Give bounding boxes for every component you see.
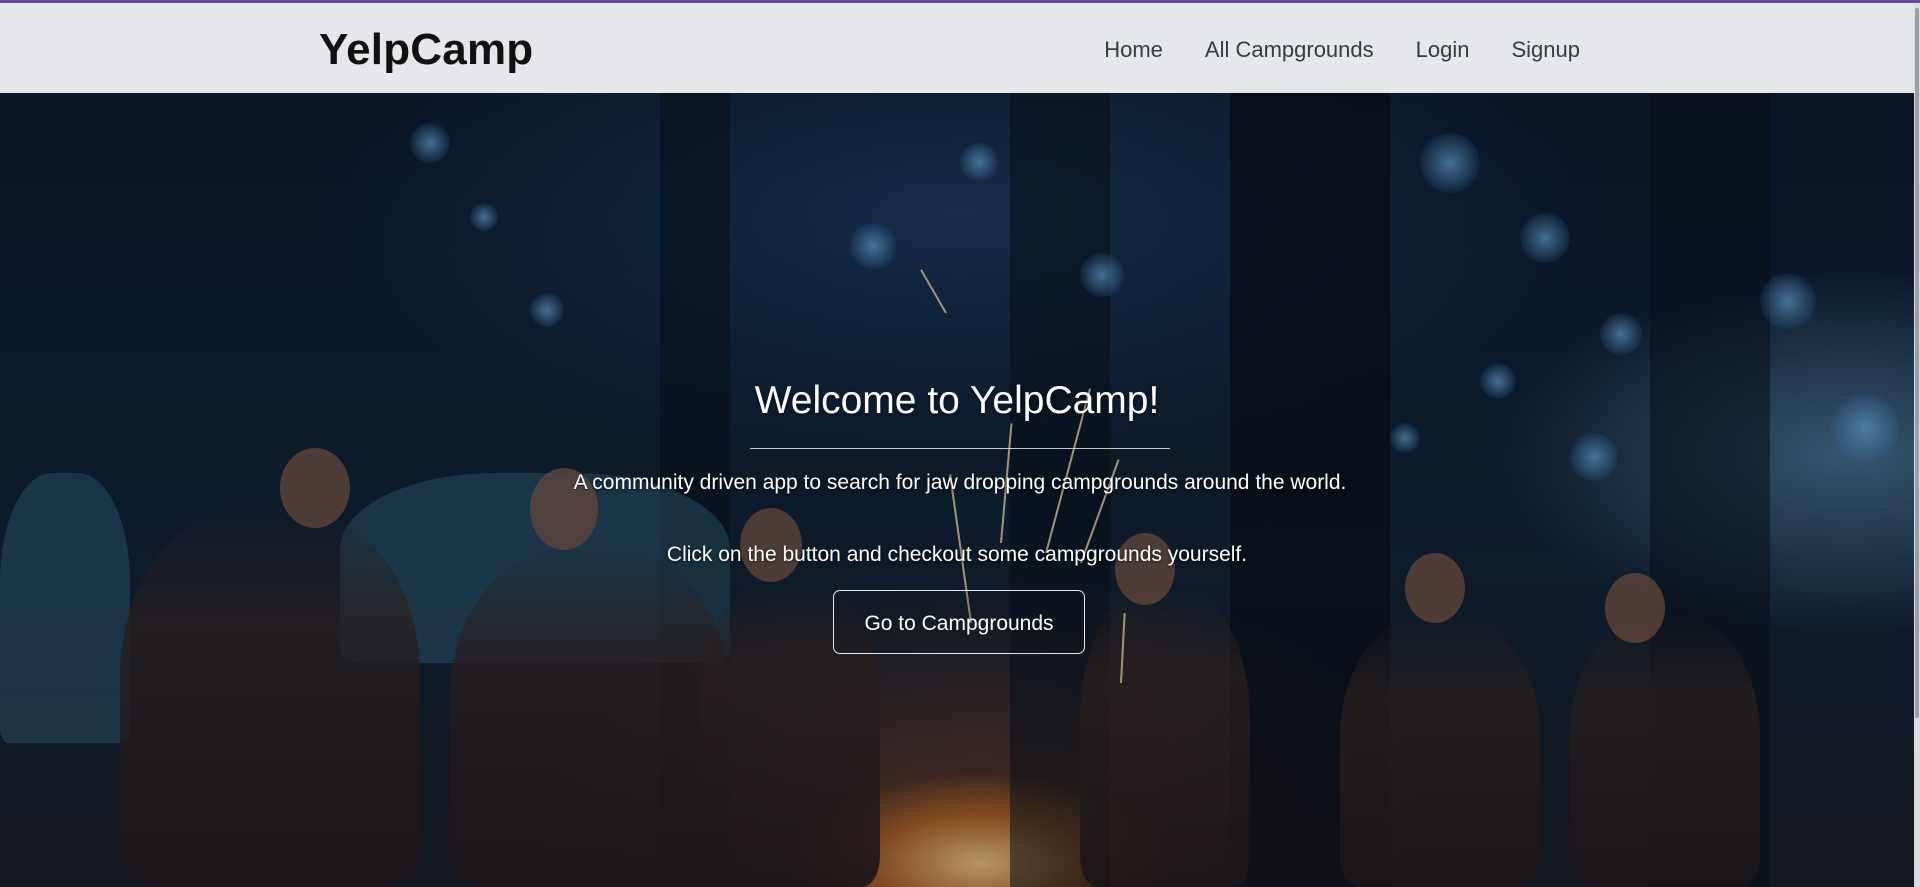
go-to-campgrounds-button[interactable]: Go to Campgrounds [833, 590, 1085, 654]
hero-description: A community driven app to search for jaw… [573, 471, 1347, 494]
hero-divider [750, 448, 1170, 449]
hero-title: Welcome to YelpCamp! [754, 379, 1160, 422]
page-scrollbar[interactable] [1914, 3, 1920, 887]
nav-links: Home All Campgrounds Login Signup [1104, 37, 1580, 63]
nav-link-all-campgrounds[interactable]: All Campgrounds [1205, 37, 1374, 63]
nav-link-signup[interactable]: Signup [1511, 37, 1580, 63]
nav-link-home[interactable]: Home [1104, 37, 1163, 63]
hero-content: Welcome to YelpCamp! A community driven … [0, 93, 1914, 887]
hero-section: Welcome to YelpCamp! A community driven … [0, 93, 1914, 887]
hero-description-cta: Click on the button and checkout some ca… [666, 543, 1248, 566]
scrollbar-thumb[interactable] [1915, 8, 1919, 718]
nav-link-login[interactable]: Login [1416, 37, 1470, 63]
navbar: YelpCamp Home All Campgrounds Login Sign… [0, 3, 1914, 94]
brand-logo[interactable]: YelpCamp [319, 25, 533, 75]
